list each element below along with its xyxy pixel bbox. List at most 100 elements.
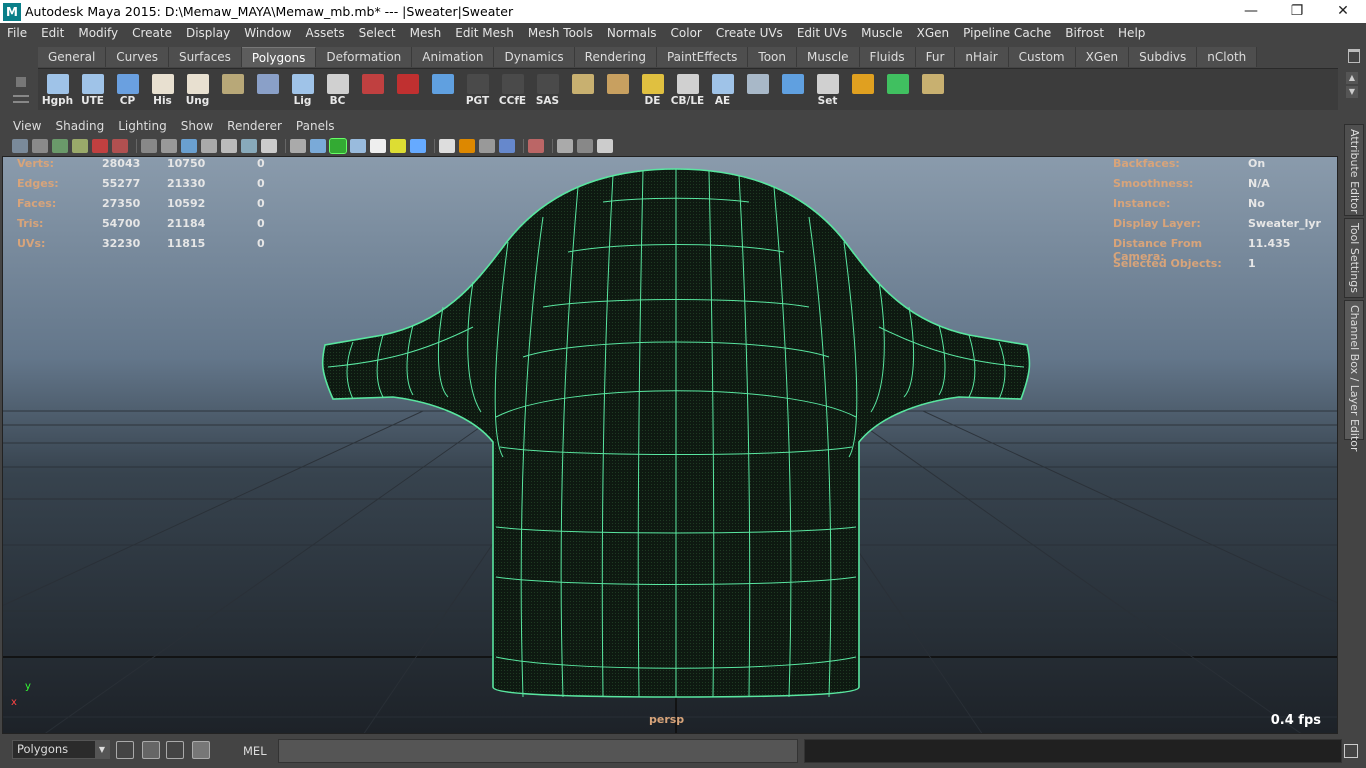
chevron-down-icon[interactable]: ▼ — [95, 741, 109, 758]
trash-icon[interactable] — [1348, 49, 1360, 63]
menu-mesh-tools[interactable]: Mesh Tools — [521, 26, 600, 40]
shelf-tab-toon[interactable]: Toon — [748, 47, 798, 67]
grid-icon[interactable] — [141, 139, 157, 153]
menu-file[interactable]: File — [0, 26, 34, 40]
shelf-button[interactable] — [775, 71, 810, 109]
camera-attributes-icon[interactable] — [32, 139, 48, 153]
script-language-label[interactable]: MEL — [243, 744, 267, 758]
minimize-icon[interactable]: — — [1228, 0, 1274, 23]
shelf-tab-deformation[interactable]: Deformation — [316, 47, 413, 67]
menu-edit-mesh[interactable]: Edit Mesh — [448, 26, 521, 40]
shelf-tab-polygons[interactable]: Polygons — [241, 47, 317, 67]
restore-icon[interactable]: ❐ — [1274, 0, 1320, 23]
panel-menu-panels[interactable]: Panels — [289, 119, 342, 133]
select-camera-icon[interactable] — [12, 139, 28, 153]
menu-help[interactable]: Help — [1111, 26, 1152, 40]
shelf-menu-icon[interactable] — [16, 77, 26, 87]
shelf-tab-nhair[interactable]: nHair — [955, 47, 1009, 67]
menu-xgen[interactable]: XGen — [910, 26, 957, 40]
shelf-button[interactable]: CP — [110, 71, 145, 109]
tab-channel-box[interactable]: Channel Box / Layer Editor — [1344, 300, 1364, 452]
viewport-persp[interactable]: Verts: 28043 10750 0 Edges: 55277 21330 0 Faces:… — [2, 156, 1338, 734]
menu-create-uvs[interactable]: Create UVs — [709, 26, 790, 40]
grease-pencil-icon[interactable] — [92, 139, 108, 153]
shelf-button[interactable]: UTE — [75, 71, 110, 109]
shelf-button[interactable]: Hgph — [40, 71, 75, 109]
menu-edit-uvs[interactable]: Edit UVs — [790, 26, 854, 40]
panel-menu-lighting[interactable]: Lighting — [111, 119, 174, 133]
shelf-tab-xgen[interactable]: XGen — [1075, 47, 1130, 67]
panel-menu-view[interactable]: View — [6, 119, 48, 133]
field-chart-icon[interactable] — [221, 139, 237, 153]
list-icon[interactable] — [166, 741, 184, 759]
tab-attribute-editor[interactable]: Attribute Editor — [1344, 124, 1364, 216]
shelf-button[interactable] — [915, 71, 950, 109]
pencil-icon[interactable] — [112, 139, 128, 153]
shelf-tab-animation[interactable]: Animation — [412, 47, 495, 67]
shelf-button[interactable] — [215, 71, 250, 109]
layers-icon[interactable] — [192, 741, 210, 759]
smooth-shade-icon[interactable] — [310, 139, 326, 153]
shelf-button[interactable] — [740, 71, 775, 109]
menu-display[interactable]: Display — [179, 26, 237, 40]
motion-blur-icon[interactable] — [459, 139, 475, 153]
shelf-tab-curves[interactable]: Curves — [106, 47, 169, 67]
shelf-button[interactable] — [355, 71, 390, 109]
film-gate-icon[interactable] — [161, 139, 177, 153]
shelf-tab-muscle[interactable]: Muscle — [797, 47, 860, 67]
safe-action-icon[interactable] — [241, 139, 257, 153]
panel-menu-shading[interactable]: Shading — [48, 119, 111, 133]
shelf-button[interactable]: CB/LE — [670, 71, 705, 109]
shelf-button[interactable]: Set — [810, 71, 845, 109]
shelf-tab-ncloth[interactable]: nCloth — [1197, 47, 1258, 67]
shelf-tab-painteffects[interactable]: PaintEffects — [656, 47, 749, 67]
bookmarks-icon[interactable] — [52, 139, 68, 153]
shelf-tab-custom[interactable]: Custom — [1008, 47, 1076, 67]
xray-active-icon[interactable] — [577, 139, 593, 153]
shelf-tab-general[interactable]: General — [38, 47, 107, 67]
shelf-tab-subdivs[interactable]: Subdivs — [1129, 47, 1198, 67]
menu-mesh[interactable]: Mesh — [403, 26, 449, 40]
shelf-button[interactable]: CCfE — [495, 71, 530, 109]
resolution-gate-icon[interactable] — [181, 139, 197, 153]
xray-icon[interactable] — [350, 139, 366, 153]
lights-icon[interactable] — [390, 139, 406, 153]
script-editor-icon[interactable] — [1344, 744, 1358, 758]
image-plane-icon[interactable] — [72, 139, 88, 153]
wireframe-icon[interactable] — [290, 139, 306, 153]
menu-normals[interactable]: Normals — [600, 26, 664, 40]
shelf-button[interactable] — [845, 71, 880, 109]
menu-bifrost[interactable]: Bifrost — [1058, 26, 1111, 40]
depth-of-field-icon[interactable] — [499, 139, 515, 153]
menu-modify[interactable]: Modify — [71, 26, 125, 40]
menu-pipeline-cache[interactable]: Pipeline Cache — [956, 26, 1058, 40]
shelf-button[interactable]: Lig — [285, 71, 320, 109]
menu-create[interactable]: Create — [125, 26, 179, 40]
isolate-select-icon[interactable] — [528, 139, 544, 153]
gate-mask-icon[interactable] — [201, 139, 217, 153]
menu-assets[interactable]: Assets — [299, 26, 352, 40]
shelf-grip[interactable] — [10, 47, 32, 109]
menu-select[interactable]: Select — [352, 26, 403, 40]
shelf-button[interactable]: DE — [635, 71, 670, 109]
shadows-icon[interactable] — [410, 139, 426, 153]
shelf-tab-surfaces[interactable]: Surfaces — [168, 47, 242, 67]
shelf-button[interactable]: PGT — [460, 71, 495, 109]
ambient-occlusion-icon[interactable] — [439, 139, 455, 153]
shelf-tab-rendering[interactable]: Rendering — [574, 47, 657, 67]
safe-title-icon[interactable] — [261, 139, 277, 153]
shelf-button[interactable] — [390, 71, 425, 109]
scroll-up-icon[interactable]: ▲ — [1346, 72, 1358, 84]
close-icon[interactable]: ✕ — [1320, 0, 1366, 23]
shelf-button[interactable]: SAS — [530, 71, 565, 109]
textured-icon[interactable] — [370, 139, 386, 153]
shelf-button[interactable] — [425, 71, 460, 109]
panel-menu-show[interactable]: Show — [174, 119, 220, 133]
shelf-button[interactable] — [250, 71, 285, 109]
wireframe-on-shaded-icon[interactable] — [329, 138, 347, 154]
shelf-button[interactable]: Ung — [180, 71, 215, 109]
menu-color[interactable]: Color — [664, 26, 709, 40]
shelf-tab-dynamics[interactable]: Dynamics — [494, 47, 575, 67]
show-input-icon[interactable] — [142, 741, 160, 759]
shelf-button[interactable] — [565, 71, 600, 109]
